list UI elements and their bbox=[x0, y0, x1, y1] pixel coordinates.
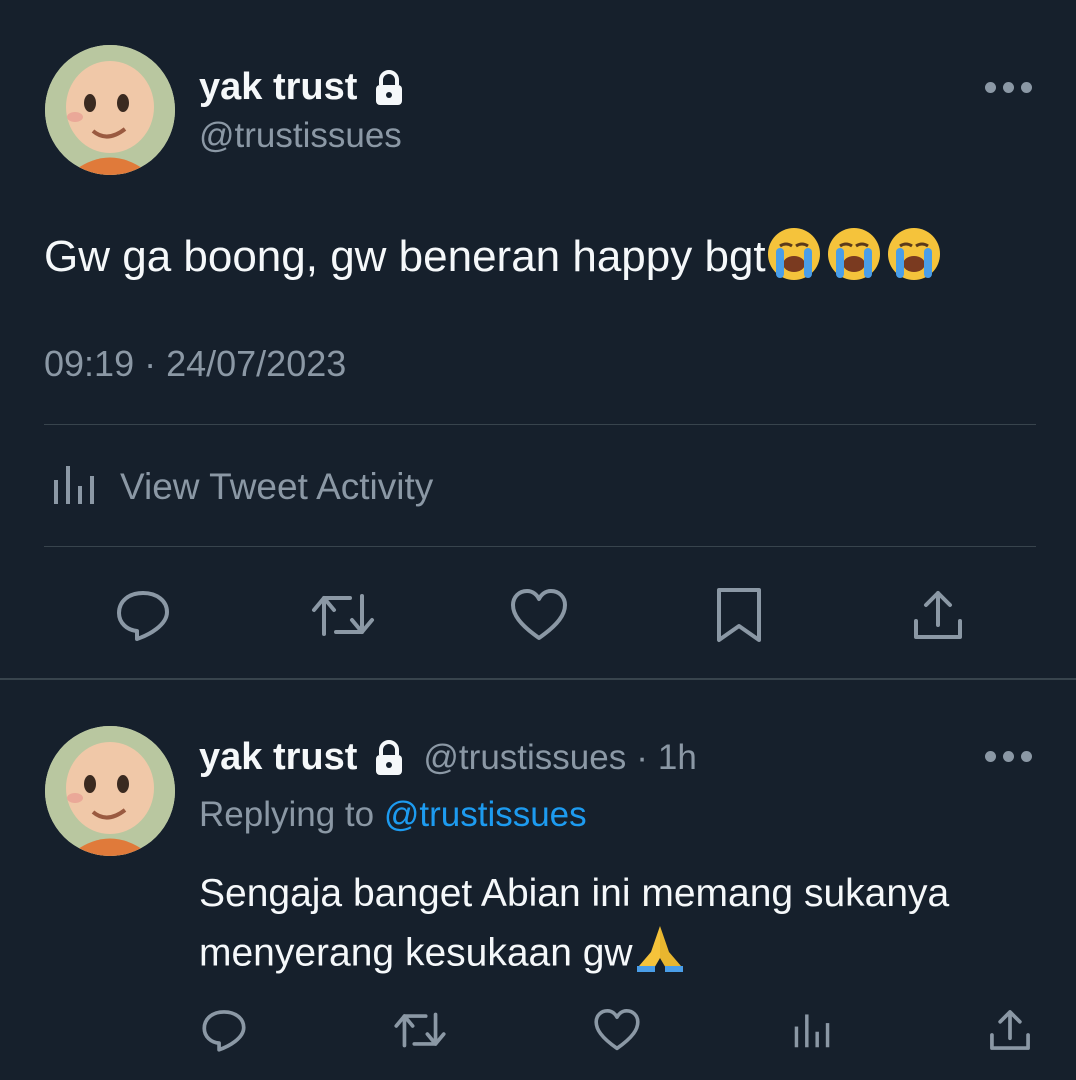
bookmark-icon bbox=[717, 588, 761, 642]
folded-hands-icon bbox=[633, 922, 687, 988]
tweet-text-content: Gw ga boong, gw beneran happy bgt bbox=[44, 232, 766, 282]
reply-text-line-1: Sengaja banget Abian ini memang sukanya bbox=[199, 872, 950, 915]
share-icon bbox=[990, 1010, 1030, 1050]
reply-icon bbox=[202, 1010, 246, 1052]
replying-prefix: Replying to bbox=[199, 795, 375, 834]
divider bbox=[44, 546, 1036, 547]
section-divider bbox=[0, 678, 1076, 680]
views-icon bbox=[794, 1014, 830, 1048]
reply-button[interactable] bbox=[200, 1006, 248, 1054]
retweet-button[interactable] bbox=[392, 1006, 448, 1054]
reply-icon bbox=[117, 591, 169, 641]
lock-icon bbox=[373, 739, 405, 776]
share-button[interactable] bbox=[908, 585, 968, 645]
retweet-button[interactable] bbox=[308, 585, 378, 645]
separator: · bbox=[636, 737, 648, 777]
more-icon[interactable] bbox=[985, 751, 1032, 762]
activity-label: View Tweet Activity bbox=[120, 465, 434, 507]
avatar[interactable] bbox=[45, 45, 175, 175]
replying-mention[interactable]: @trustissues bbox=[384, 795, 587, 834]
reply-text: Sengaja banget Abian ini memang sukanya … bbox=[199, 866, 1049, 988]
reply-text-line-2-row: menyerang kesukaan gw bbox=[199, 922, 1049, 988]
bookmark-button[interactable] bbox=[712, 585, 766, 645]
tweet-text: Gw ga boong, gw beneran happy bgt bbox=[44, 226, 942, 293]
divider bbox=[44, 424, 1036, 425]
view-tweet-activity[interactable]: View Tweet Activity bbox=[52, 462, 433, 511]
bar-chart-icon bbox=[52, 462, 96, 511]
reply-text-line-2: menyerang kesukaan gw bbox=[199, 931, 633, 975]
lock-icon bbox=[373, 69, 405, 106]
tweet-age[interactable]: 1h bbox=[658, 738, 697, 778]
avatar[interactable] bbox=[45, 726, 175, 856]
share-icon bbox=[914, 591, 962, 639]
retweet-icon bbox=[312, 594, 374, 636]
more-icon[interactable] bbox=[985, 82, 1032, 93]
author-name-row: yak trust bbox=[199, 66, 405, 109]
timestamp[interactable]: 09:19 · 24/07/2023 bbox=[44, 343, 346, 385]
loudly-crying-face-icon bbox=[766, 226, 942, 293]
display-name[interactable]: yak trust bbox=[199, 66, 357, 109]
display-name[interactable]: yak trust bbox=[199, 736, 357, 779]
like-button[interactable] bbox=[508, 585, 570, 645]
share-button[interactable] bbox=[986, 1006, 1034, 1054]
retweet-icon bbox=[394, 1012, 446, 1048]
reply-button[interactable] bbox=[113, 585, 173, 645]
handle[interactable]: @trustissues bbox=[423, 738, 626, 778]
handle[interactable]: @trustissues bbox=[199, 116, 402, 156]
like-icon bbox=[594, 1009, 640, 1051]
replying-to: Replying to @trustissues bbox=[199, 795, 587, 835]
like-icon bbox=[511, 589, 567, 640]
author-name-row: yak trust @trustissues · 1h bbox=[199, 736, 697, 779]
views-button[interactable] bbox=[790, 1006, 834, 1054]
like-button[interactable] bbox=[592, 1006, 642, 1054]
